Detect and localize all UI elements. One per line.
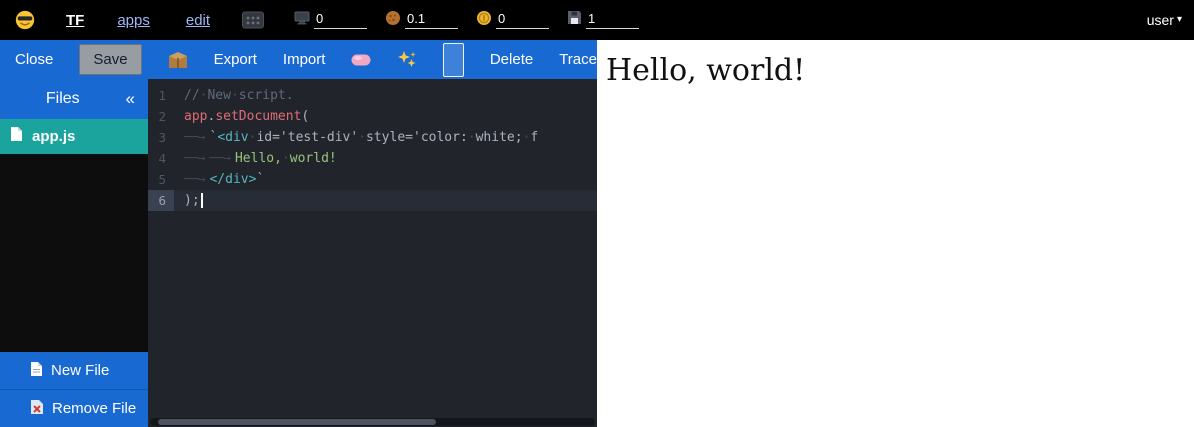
code-line[interactable]: 4 ──→ ──→ Hello,·world! [148, 148, 597, 169]
import-button[interactable]: Import [283, 51, 326, 68]
code-line[interactable]: 2app.setDocument( [148, 106, 597, 127]
code-token: setDocument [215, 109, 301, 124]
code-lines: 1//·New·script.2app.setDocument(3──→`<di… [148, 79, 597, 211]
code-token: · [468, 130, 476, 145]
files-header: Files « [0, 79, 148, 119]
code-line-content: //·New·script. [174, 85, 294, 106]
export-button[interactable]: Export [214, 51, 257, 68]
sparkles-icon[interactable] [397, 50, 417, 70]
preview-hello-text: Hello, world! [606, 53, 1194, 88]
line-number: 2 [148, 106, 174, 127]
nav-link-edit[interactable]: edit [186, 12, 210, 29]
file-list-area [0, 154, 148, 352]
line-number: 4 [148, 148, 174, 169]
nav-link-apps[interactable]: apps [117, 12, 150, 29]
caret-down-icon: ▾ [1177, 15, 1182, 25]
cookie-icon [385, 10, 401, 31]
line-number: 5 [148, 169, 174, 190]
tab-whitespace-marker: ──→ [184, 172, 204, 187]
code-token: app [184, 109, 207, 124]
code-line[interactable]: 1//·New·script. [148, 85, 597, 106]
tab-whitespace-marker: ──→ [209, 151, 229, 166]
remove-file-label: Remove File [52, 400, 136, 417]
code-token: ` [256, 172, 264, 187]
code-line[interactable]: 3──→`<div·id='test-div'·style='color:·wh… [148, 127, 597, 148]
code-editor[interactable]: 1//·New·script.2app.setDocument(3──→`<di… [148, 79, 597, 427]
user-menu-label: user [1147, 12, 1174, 28]
code-token: <div [217, 130, 248, 145]
user-menu[interactable]: user ▾ [1147, 12, 1182, 28]
close-button[interactable]: Close [15, 51, 53, 68]
text-cursor [201, 193, 203, 208]
files-sidebar: Files « app.js [0, 79, 148, 427]
blank-button[interactable] [443, 43, 463, 77]
code-token: New [207, 88, 230, 103]
file-name: app.js [32, 128, 75, 145]
code-token: · [282, 151, 290, 166]
code-line-content: ──→ ──→ Hello,·world! [174, 148, 337, 169]
editor-toolbar: Close Save Export Import Delete [0, 40, 597, 79]
monitor-counter-value[interactable]: 0 [314, 11, 367, 29]
tab-whitespace-marker: ──→ [184, 130, 204, 145]
floppy-icon [567, 10, 582, 30]
counter-cookie: 0.1 [385, 10, 458, 31]
package-icon[interactable] [168, 51, 188, 69]
code-line-content: ); [174, 190, 203, 211]
counter-coin: 0 [476, 10, 549, 31]
save-button[interactable]: Save [79, 44, 141, 75]
line-number: 6 [148, 190, 174, 211]
soap-icon[interactable] [351, 53, 371, 67]
app-preview-panel: Hello, world! [597, 40, 1194, 427]
code-line-content: ──→ </div>` [174, 169, 264, 190]
file-item-appjs[interactable]: app.js [0, 119, 148, 154]
counter-floppy: 1 [567, 10, 639, 30]
code-token: white; [476, 130, 523, 145]
coin-icon [476, 10, 492, 31]
code-token: ); [184, 193, 200, 208]
cookie-counter-value[interactable]: 0.1 [405, 11, 458, 29]
delete-button[interactable]: Delete [490, 51, 533, 68]
code-token: // [184, 88, 200, 103]
remove-file-button[interactable]: Remove File [0, 389, 148, 427]
coin-counter-value[interactable]: 0 [496, 11, 549, 29]
code-token: world! [290, 151, 337, 166]
code-token: ( [301, 109, 309, 124]
code-line[interactable]: 6); [148, 190, 597, 211]
scrollbar-thumb[interactable] [158, 419, 436, 425]
counter-monitor: 0 [294, 11, 367, 30]
floppy-counter-value[interactable]: 1 [586, 11, 639, 29]
horizontal-scrollbar[interactable] [150, 418, 595, 426]
pad-grid-icon[interactable] [242, 11, 264, 29]
code-line-content: ──→`<div·id='test-div'·style='color:·whi… [174, 127, 538, 148]
remove-file-icon [30, 399, 44, 419]
code-token: Hello, [235, 151, 282, 166]
code-token: style='color: [366, 130, 468, 145]
brand-link[interactable]: TF [66, 12, 84, 29]
smiley-sunglasses-icon[interactable] [14, 9, 36, 31]
code-token: · [358, 130, 366, 145]
monitor-icon [294, 11, 310, 30]
code-line-content: app.setDocument( [174, 106, 309, 127]
code-token: · [231, 88, 239, 103]
code-line[interactable]: 5 ──→ </div>` [148, 169, 597, 190]
new-file-label: New File [51, 362, 109, 379]
ide-panel: Close Save Export Import Delete [0, 40, 597, 427]
code-token: script. [239, 88, 294, 103]
trace-button[interactable]: Trace [559, 51, 597, 68]
code-token: f [530, 130, 538, 145]
workspace: Files « app.js [0, 79, 597, 427]
stat-counters: 0 0.1 0 [294, 10, 639, 31]
document-icon [10, 126, 23, 147]
code-token: id='test-div' [256, 130, 358, 145]
top-navigation-bar: TF apps edit 0 [0, 0, 1194, 40]
collapse-sidebar-button[interactable]: « [126, 89, 135, 109]
code-token: </div> [209, 172, 256, 187]
line-number: 3 [148, 127, 174, 148]
files-title: Files [0, 90, 126, 108]
new-file-button[interactable]: New File [0, 352, 148, 389]
line-number: 1 [148, 85, 174, 106]
tab-whitespace-marker: ──→ [184, 151, 204, 166]
new-file-icon [30, 361, 43, 381]
